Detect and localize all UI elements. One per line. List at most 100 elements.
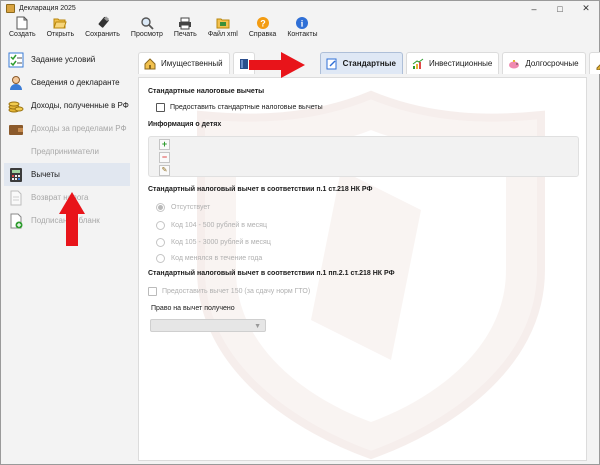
edit-child-button[interactable]: ✎ <box>159 165 170 176</box>
window-controls: – □ ✕ <box>521 1 599 16</box>
sidebar: Задание условий Сведения о декларанте До… <box>4 48 130 232</box>
checklist-icon <box>7 51 25 69</box>
save-button[interactable]: Сохранить <box>85 16 120 38</box>
std-deductions-checkbox[interactable]: Предоставить стандартные налоговые вычет… <box>156 103 323 112</box>
radio-label: Отсутствует <box>171 204 211 211</box>
maximize-button[interactable]: □ <box>547 1 573 16</box>
sidebar-item-label: Подписание бланк <box>31 216 100 225</box>
open-button[interactable]: Открыть <box>46 16 75 38</box>
sidebar-item-deductions[interactable]: Вычеты <box>4 163 130 186</box>
help-label: Справка <box>248 31 277 38</box>
right-received-select[interactable]: ▼ <box>150 319 266 332</box>
folder-open-icon <box>53 16 68 30</box>
children-table[interactable]: + − ✎ <box>148 136 579 177</box>
sidebar-item-income-abroad[interactable]: Доходы за пределами РФ <box>4 117 130 140</box>
help-button[interactable]: ? Справка <box>249 16 276 38</box>
toolbar: Создать Открыть Сохранить Просмотр Печат… <box>1 16 599 43</box>
sidebar-item-tax-refund[interactable]: Возврат налога <box>4 186 130 209</box>
p21-deduction-title: Стандартный налоговый вычет в соответств… <box>148 270 395 277</box>
deductions-panel: Стандартные налоговые вычеты Предоставит… <box>138 77 587 461</box>
document-icon <box>7 189 25 207</box>
tab-label: Стандартные <box>342 59 396 68</box>
radio-option-none[interactable]: Отсутствует <box>156 203 210 212</box>
std-deductions-checkbox-label: Предоставить стандартные налоговые вычет… <box>170 104 323 111</box>
radio-option-code-105[interactable]: Код 105 - 3000 рублей в месяц <box>156 238 271 247</box>
sidebar-item-label: Доходы за пределами РФ <box>31 124 127 133</box>
close-button[interactable]: ✕ <box>573 1 599 16</box>
person-icon <box>7 74 25 92</box>
create-button[interactable]: Создать <box>9 16 36 38</box>
sidebar-item-declarant[interactable]: Сведения о декларанте <box>4 71 130 94</box>
piggy-bank-icon <box>508 58 520 70</box>
tab-long-term[interactable]: Долгосрочные <box>502 52 586 74</box>
radio-label: Код 104 - 500 рублей в месяц <box>171 222 267 229</box>
checkbox-box[interactable] <box>148 287 157 296</box>
tab-label: Долгосрочные <box>525 59 579 68</box>
children-info-title: Информация о детях <box>148 121 222 128</box>
house-icon <box>144 57 156 70</box>
new-document-icon <box>15 16 29 30</box>
radio-circle[interactable] <box>156 203 165 212</box>
wallet-icon <box>7 120 25 138</box>
pen-icon <box>595 58 600 70</box>
tab-standard[interactable]: Стандартные <box>319 52 403 74</box>
minimize-button[interactable]: – <box>521 1 547 16</box>
preview-label: Просмотр <box>130 31 163 38</box>
open-label: Открыть <box>46 31 75 38</box>
sidebar-item-conditions[interactable]: Задание условий <box>4 48 130 71</box>
radio-label: Код менялся в течение года <box>171 255 263 262</box>
radio-circle[interactable] <box>156 238 165 247</box>
book-icon <box>238 58 250 70</box>
svg-text:?: ? <box>260 19 266 29</box>
app-window: Декларация 2025 – □ ✕ Создать Открыть Со… <box>0 0 600 465</box>
tab-securities[interactable]: ЦБ <box>588 52 600 74</box>
sidebar-item-entrepreneurs[interactable]: Предприниматели <box>4 140 130 163</box>
create-label: Создать <box>9 31 36 38</box>
coins-icon <box>7 97 25 115</box>
tab-investment[interactable]: Инвестиционные <box>405 52 500 74</box>
radio-option-code-104[interactable]: Код 104 - 500 рублей в месяц <box>156 221 267 230</box>
gto-deduction-checkbox-label: Предоставить вычет 150 (за сдачу норм ГТ… <box>162 288 311 295</box>
tab-property[interactable]: Имущественный <box>138 52 230 74</box>
info-icon: i <box>295 16 309 30</box>
tab-label: Инвестиционные <box>428 59 493 68</box>
printer-icon <box>178 16 192 30</box>
remove-child-button[interactable]: − <box>159 152 170 163</box>
sidebar-item-label: Задание условий <box>31 55 96 64</box>
sidebar-item-sign-form[interactable]: Подписание бланк <box>4 209 130 232</box>
app-logo-icon <box>6 4 15 13</box>
radio-selected-dot <box>158 205 163 210</box>
chevron-down-icon: ▼ <box>254 323 261 330</box>
radio-circle[interactable] <box>156 221 165 230</box>
print-label: Печать <box>173 31 197 38</box>
edit-document-icon <box>326 58 338 70</box>
contacts-button[interactable]: i Контакты <box>287 16 318 38</box>
gto-deduction-checkbox[interactable]: Предоставить вычет 150 (за сдачу норм ГТ… <box>148 287 310 296</box>
print-button[interactable]: Печать <box>174 16 197 38</box>
right-received-label: Право на вычет получено <box>151 305 235 312</box>
xml-file-button[interactable]: Файл xml <box>208 16 238 38</box>
checkbox-box[interactable] <box>156 103 165 112</box>
save-label: Сохранить <box>85 31 120 38</box>
std-deductions-title: Стандартные налоговые вычеты <box>148 88 265 95</box>
radio-circle[interactable] <box>156 254 165 263</box>
sidebar-item-label: Доходы, полученные в РФ <box>31 101 129 110</box>
radio-option-code-changed[interactable]: Код менялся в течение года <box>156 254 262 263</box>
help-icon: ? <box>256 16 270 30</box>
deduction-tabs: Имущественный Стандартные Инвестиционные… <box>138 52 600 74</box>
sidebar-item-income-rf[interactable]: Доходы, полученные в РФ <box>4 94 130 117</box>
calculator-icon <box>7 166 25 184</box>
sidebar-item-label: Предприниматели <box>31 147 99 156</box>
add-child-button[interactable]: + <box>159 139 170 150</box>
tab-social[interactable] <box>232 52 255 74</box>
contacts-label: Контакты <box>287 31 318 38</box>
magnifier-icon <box>140 16 154 30</box>
preview-button[interactable]: Просмотр <box>131 16 163 38</box>
window-title: Декларация 2025 <box>19 5 76 12</box>
sidebar-item-label: Вычеты <box>31 170 60 179</box>
sidebar-item-label: Возврат налога <box>31 193 89 202</box>
tab-label: Имущественный <box>161 59 223 68</box>
form-add-icon <box>7 212 25 230</box>
entrepreneur-icon <box>7 143 25 161</box>
sidebar-item-label: Сведения о декларанте <box>31 78 120 87</box>
